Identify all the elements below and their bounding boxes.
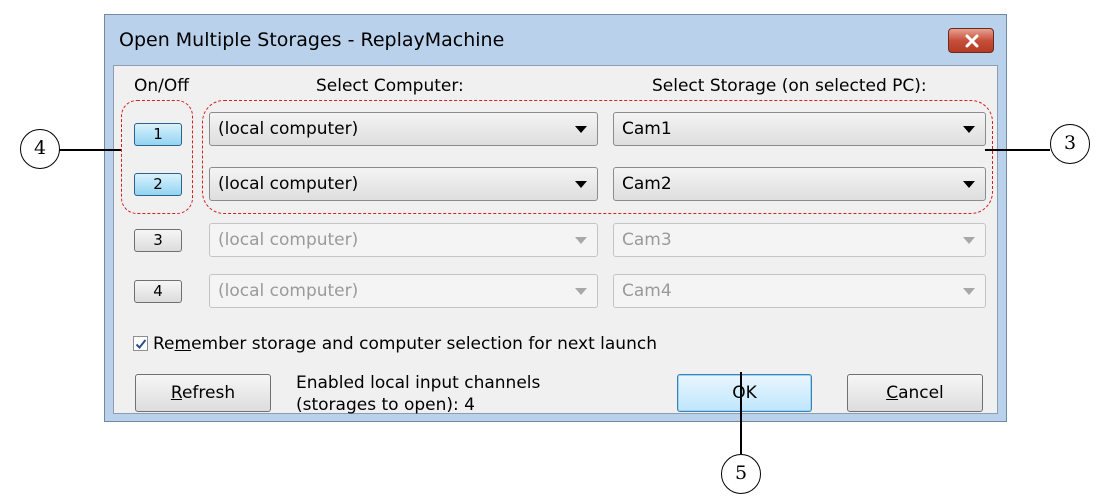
- ok-button[interactable]: OK: [677, 374, 812, 412]
- chevron-down-icon: [963, 288, 975, 295]
- storage-select-4-value: Cam4: [622, 281, 672, 301]
- remember-checkbox[interactable]: [133, 336, 148, 351]
- remember-checkbox-row[interactable]: Remember storage and computer selection …: [133, 334, 657, 354]
- chevron-down-icon: [575, 288, 587, 295]
- channel-3-toggle[interactable]: 3: [134, 229, 182, 252]
- callout-5-leader: [740, 372, 742, 454]
- cancel-button[interactable]: Cancel: [847, 374, 983, 412]
- callout-3: 3: [1050, 124, 1090, 164]
- remember-label: Remember storage and computer selection …: [153, 334, 657, 354]
- chevron-down-icon: [575, 237, 587, 244]
- close-button[interactable]: [948, 28, 994, 53]
- close-icon: [965, 34, 979, 48]
- computer-select-3-value: (local computer): [218, 230, 359, 250]
- storage-select-4: Cam4: [613, 274, 986, 308]
- info-line-1: Enabled local input channels: [296, 373, 541, 393]
- callout-4: 4: [20, 129, 60, 169]
- dialog-window: Open Multiple Storages - ReplayMachine O…: [104, 14, 1007, 422]
- checkmark-icon: [135, 339, 147, 349]
- callout-4-leader: [59, 149, 121, 151]
- window-title: Open Multiple Storages - ReplayMachine: [119, 29, 505, 51]
- callout-5: 5: [721, 454, 761, 494]
- title-bar[interactable]: Open Multiple Storages - ReplayMachine: [105, 15, 1006, 65]
- chevron-down-icon: [963, 237, 975, 244]
- computer-select-4: (local computer): [209, 274, 598, 308]
- callout-3-leader: [985, 149, 1050, 151]
- computer-select-4-value: (local computer): [218, 281, 359, 301]
- refresh-button[interactable]: Refresh: [135, 374, 271, 412]
- enabled-channels-info: Enabled local input channels (storages t…: [296, 372, 540, 416]
- callout-frame-channels: [121, 100, 193, 214]
- select-computer-header: Select Computer:: [316, 76, 464, 96]
- select-storage-header: Select Storage (on selected PC):: [652, 76, 927, 96]
- dialog-body: On/Off Select Computer: Select Storage (…: [113, 65, 998, 416]
- computer-select-3: (local computer): [209, 223, 598, 257]
- storage-select-3-value: Cam3: [622, 230, 672, 250]
- storage-select-3: Cam3: [613, 223, 986, 257]
- callout-frame-selects: [202, 100, 993, 214]
- on-off-header: On/Off: [134, 76, 189, 96]
- channel-4-toggle[interactable]: 4: [134, 280, 182, 303]
- info-line-2: (storages to open): 4: [296, 395, 475, 415]
